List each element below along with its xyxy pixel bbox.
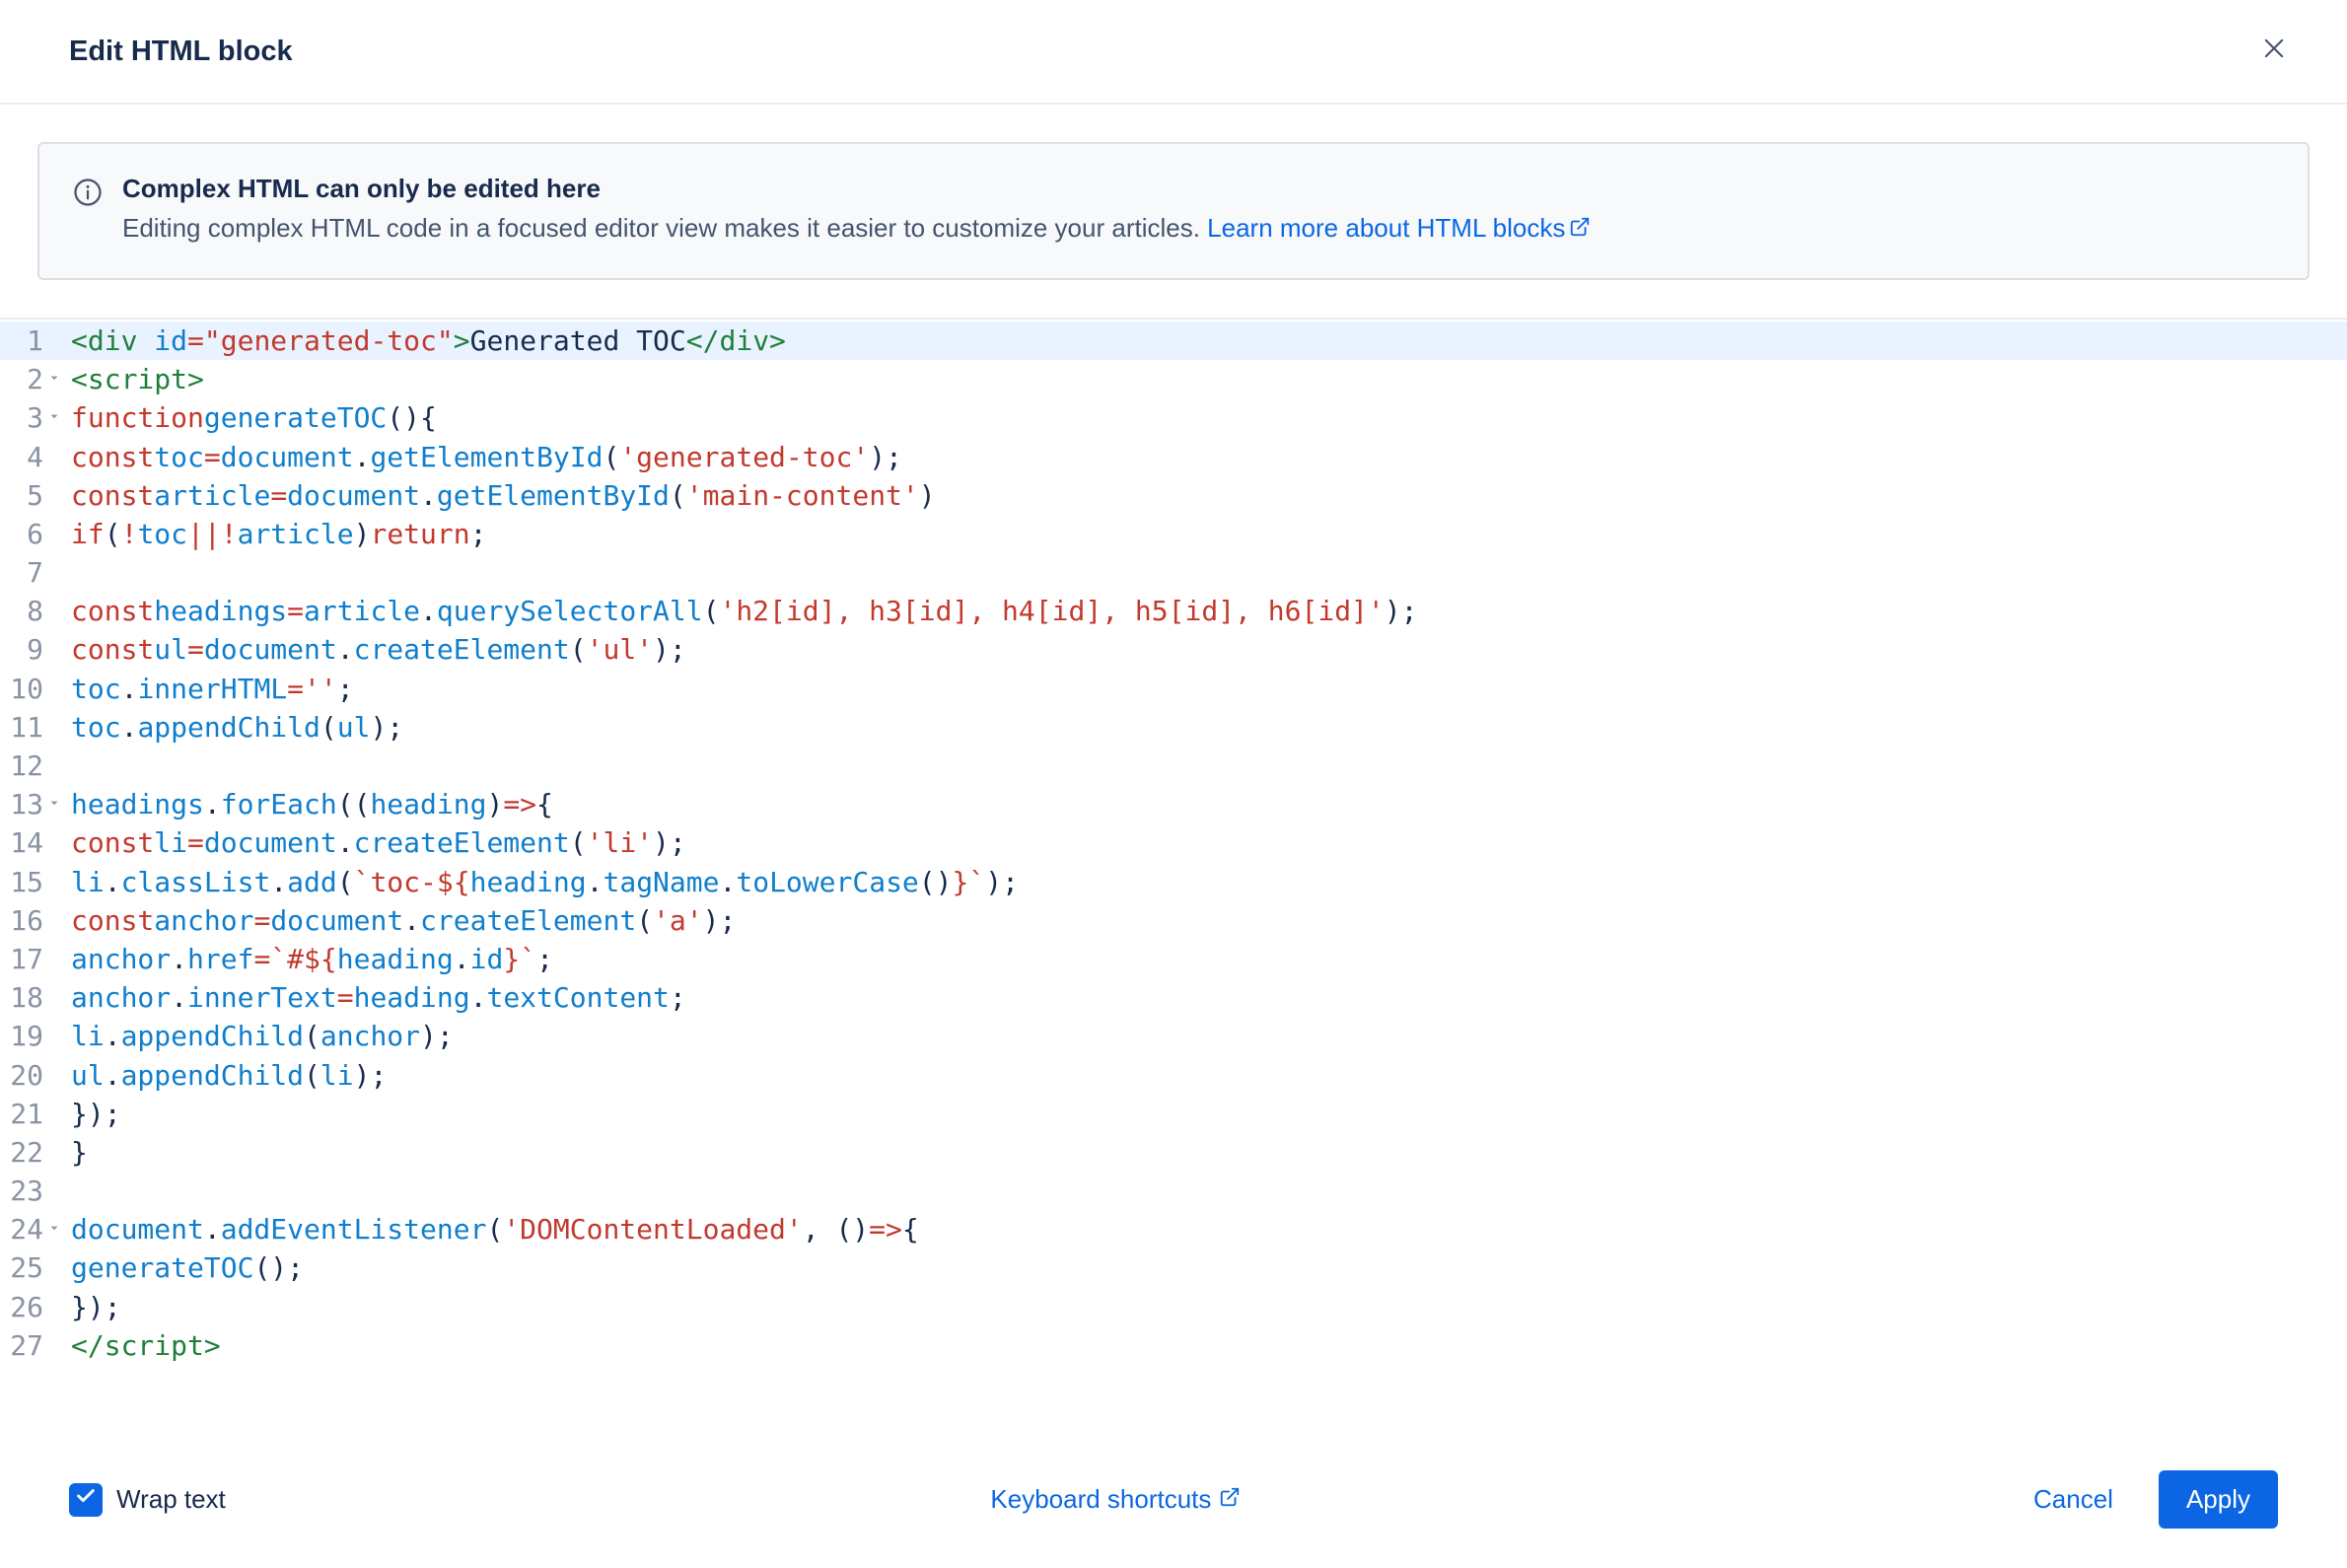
gutter-line-number: 25 <box>2 1248 47 1287</box>
dialog-title: Edit HTML block <box>69 36 293 68</box>
code-line[interactable]: toc.innerHTML = ''; <box>71 670 2347 708</box>
external-link-icon <box>1219 1484 1241 1515</box>
code-line[interactable] <box>71 1172 2347 1210</box>
info-icon <box>73 178 103 249</box>
info-description: Editing complex HTML code in a focused e… <box>122 210 2274 249</box>
code-editor[interactable]: 1234567891011121314151617181920212223242… <box>0 318 2347 1445</box>
gutter-line-number: 9 <box>2 630 47 669</box>
gutter-line-number: 14 <box>2 823 47 862</box>
code-line[interactable]: anchor.href = `#${heading.id}`; <box>71 940 2347 978</box>
gutter-line-number: 11 <box>2 708 47 747</box>
code-line[interactable]: }); <box>71 1288 2347 1326</box>
code-line[interactable]: toc.appendChild(ul); <box>71 708 2347 747</box>
gutter-line-number: 20 <box>2 1056 47 1095</box>
gutter-line-number: 2 <box>2 360 47 398</box>
apply-button[interactable]: Apply <box>2159 1470 2278 1529</box>
gutter-line-number: 12 <box>2 747 47 785</box>
code-line[interactable]: document.addEventListener('DOMContentLoa… <box>71 1210 2347 1248</box>
external-link-icon <box>1569 211 1591 249</box>
gutter-line-number: 4 <box>2 438 47 476</box>
gutter-line-number: 13 <box>2 785 47 823</box>
code-line[interactable]: <script> <box>71 360 2347 398</box>
gutter-line-number: 1 <box>0 321 57 360</box>
code-line[interactable]: li.classList.add(`toc-${heading.tagName.… <box>71 863 2347 901</box>
code-line[interactable]: generateTOC(); <box>71 1248 2347 1287</box>
edit-html-dialog: Edit HTML block Complex HTML can only be… <box>0 0 2347 1568</box>
code-line[interactable]: if (!toc || !article) return; <box>71 515 2347 553</box>
gutter-line-number: 3 <box>2 398 47 437</box>
gutter-line-number: 21 <box>2 1095 47 1133</box>
gutter-line-number: 5 <box>2 476 47 515</box>
wrap-text-toggle[interactable]: Wrap text <box>69 1483 226 1517</box>
editor-code-area[interactable]: <div id="generated-toc">Generated TOC</d… <box>57 321 2347 1445</box>
code-line[interactable] <box>71 553 2347 592</box>
dialog-footer: Wrap text Keyboard shortcuts Cancel Appl… <box>0 1445 2347 1568</box>
info-banner: Complex HTML can only be edited here Edi… <box>37 142 2310 280</box>
code-line[interactable]: const article = document.getElementById(… <box>71 476 2347 515</box>
wrap-text-label: Wrap text <box>116 1484 226 1515</box>
code-line[interactable] <box>71 747 2347 785</box>
gutter-line-number: 16 <box>2 901 47 940</box>
code-line[interactable]: headings.forEach((heading) => { <box>71 785 2347 823</box>
gutter-line-number: 15 <box>2 863 47 901</box>
gutter-line-number: 7 <box>2 553 47 592</box>
code-line[interactable]: </script> <box>71 1326 2347 1365</box>
code-line[interactable]: li.appendChild(anchor); <box>71 1017 2347 1055</box>
check-icon <box>75 1485 97 1514</box>
code-line[interactable]: const anchor = document.createElement('a… <box>71 901 2347 940</box>
editor-gutter: 1234567891011121314151617181920212223242… <box>0 321 57 1445</box>
gutter-line-number: 6 <box>2 515 47 553</box>
dialog-header: Edit HTML block <box>0 0 2347 105</box>
code-line[interactable]: } <box>71 1133 2347 1172</box>
cancel-button[interactable]: Cancel <box>2006 1470 2141 1529</box>
gutter-line-number: 22 <box>2 1133 47 1172</box>
gutter-line-number: 18 <box>2 978 47 1017</box>
close-button[interactable] <box>2250 28 2298 75</box>
code-line[interactable]: function generateTOC() { <box>71 398 2347 437</box>
gutter-line-number: 24 <box>2 1210 47 1248</box>
code-line[interactable]: const toc = document.getElementById('gen… <box>71 438 2347 476</box>
gutter-line-number: 8 <box>2 592 47 630</box>
code-line[interactable]: }); <box>71 1095 2347 1133</box>
gutter-line-number: 26 <box>2 1288 47 1326</box>
code-line[interactable]: const headings = article.querySelectorAl… <box>71 592 2347 630</box>
gutter-line-number: 23 <box>2 1172 47 1210</box>
gutter-line-number: 27 <box>2 1326 47 1365</box>
info-content: Complex HTML can only be edited here Edi… <box>122 174 2274 249</box>
keyboard-shortcuts-link[interactable]: Keyboard shortcuts <box>990 1484 1241 1515</box>
close-icon <box>2260 35 2288 69</box>
wrap-text-checkbox[interactable] <box>69 1483 103 1517</box>
code-line[interactable]: const li = document.createElement('li'); <box>71 823 2347 862</box>
code-line[interactable]: anchor.innerText = heading.textContent; <box>71 978 2347 1017</box>
code-line[interactable]: const ul = document.createElement('ul'); <box>71 630 2347 669</box>
code-line[interactable]: <div id="generated-toc">Generated TOC</d… <box>57 321 2347 360</box>
gutter-line-number: 17 <box>2 940 47 978</box>
info-title: Complex HTML can only be edited here <box>122 174 2274 204</box>
learn-more-link[interactable]: Learn more about HTML blocks <box>1207 213 1591 243</box>
gutter-line-number: 19 <box>2 1017 47 1055</box>
code-line[interactable]: ul.appendChild(li); <box>71 1056 2347 1095</box>
gutter-line-number: 10 <box>2 670 47 708</box>
